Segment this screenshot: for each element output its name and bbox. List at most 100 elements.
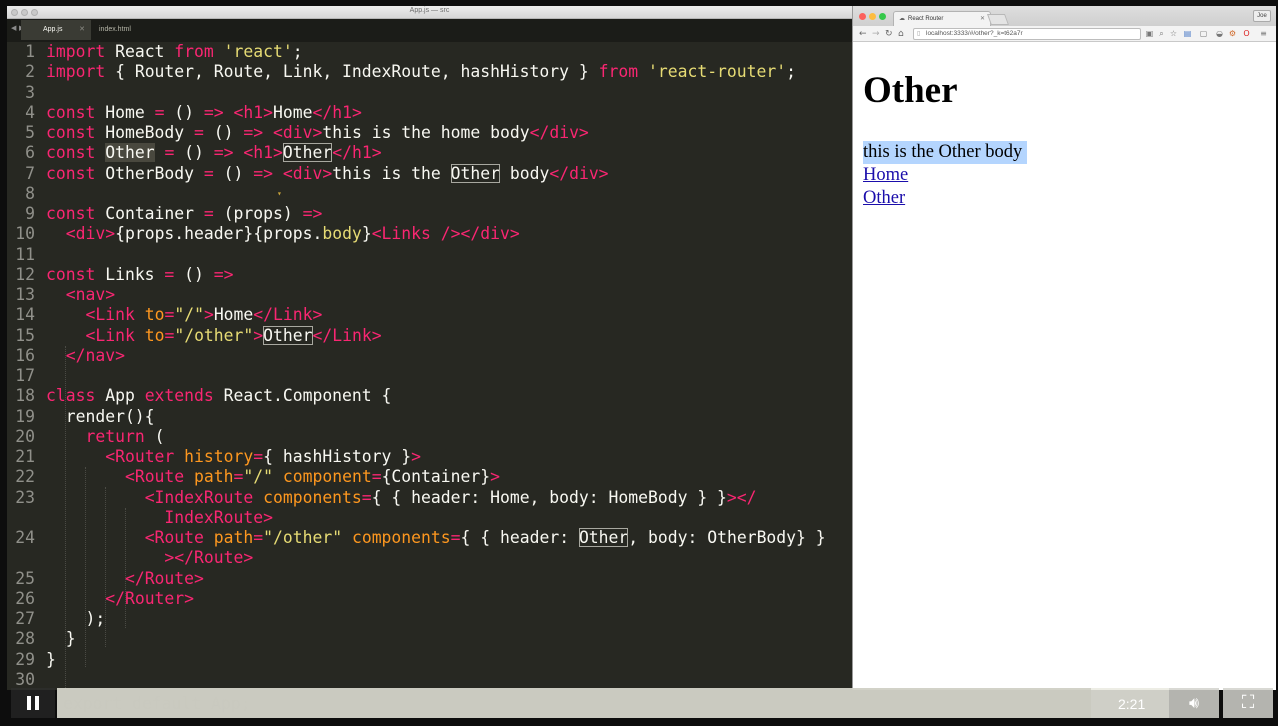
code-token: { Router, Route, Link, IndexRoute, hashH…: [105, 62, 599, 82]
code-line[interactable]: 10 <div>{props.header}{props.body}<Links…: [7, 224, 852, 244]
code-line[interactable]: IndexRoute>: [7, 508, 852, 528]
code-line[interactable]: 5 const HomeBody = () => <div>this is the…: [7, 123, 852, 143]
other-link[interactable]: Other: [863, 187, 905, 210]
code-line[interactable]: 29}: [7, 650, 852, 670]
code-token: =: [194, 123, 204, 142]
browser-window: ☁ React Router ✕ Joe ← → ↻ ⌂ ▯ localhost…: [852, 6, 1276, 690]
line-number: 23: [15, 487, 35, 507]
code-token: =>: [213, 264, 234, 284]
code-line[interactable]: 1 import React from 'react';: [7, 42, 852, 62]
home-link[interactable]: Home: [863, 164, 908, 187]
code-token: React: [105, 42, 175, 61]
user-profile-button[interactable]: Joe: [1253, 10, 1271, 22]
code-token: >: [203, 305, 214, 325]
code-token: "/other": [263, 528, 343, 547]
code-line[interactable]: 20 return (: [7, 427, 852, 447]
code-line[interactable]: 25 </Route>: [7, 569, 852, 589]
menu-icon[interactable]: ≡: [1259, 29, 1268, 38]
line-number: 4: [25, 102, 35, 122]
code-token: <div>: [65, 224, 116, 244]
page-body-text: this is the Other body: [863, 141, 1028, 164]
code-token: </h1>: [332, 143, 382, 163]
arrow-left-icon[interactable]: ◀: [11, 24, 16, 32]
code-line[interactable]: 2 import { Router, Route, Link, IndexRout…: [7, 62, 852, 82]
progress-bar[interactable]: export default App; 2:21: [57, 688, 1169, 718]
code-line[interactable]: 24 <Route path="/other" components={ { h…: [7, 528, 852, 548]
code-line[interactable]: 26 </Router>: [7, 589, 852, 609]
code-token: (): [164, 102, 204, 122]
fullscreen-button[interactable]: ⛶: [1223, 688, 1273, 718]
extension-icon[interactable]: ⚙: [1228, 29, 1237, 38]
code-line[interactable]: 21 <Router history={ hashHistory }>: [7, 447, 852, 467]
code-token: =: [164, 264, 175, 284]
code-line[interactable]: 19 render(){: [7, 407, 852, 427]
code-token: <Links />: [371, 224, 461, 244]
volume-button[interactable]: 🔊︎: [1169, 688, 1219, 718]
pocket-icon[interactable]: ◒: [1215, 29, 1224, 38]
line-content: <Router history={ hashHistory }>: [46, 447, 421, 467]
code-line[interactable]: ></Route>: [7, 548, 852, 568]
close-tab-icon[interactable]: ✕: [980, 12, 985, 26]
code-line[interactable]: 15 <Link to="/other">Other</Link>: [7, 325, 852, 346]
code-line[interactable]: 11: [7, 245, 852, 265]
code-line[interactable]: 16 </nav>: [7, 346, 852, 366]
code-token: =: [253, 447, 264, 466]
code-token: (): [174, 264, 214, 284]
extension-icon[interactable]: ▤: [1183, 29, 1192, 38]
line-number: 15: [15, 325, 35, 345]
code-line[interactable]: 4 const Home = () => <h1>Home</h1>: [7, 103, 852, 123]
code-line[interactable]: 3: [7, 83, 852, 103]
code-line[interactable]: 23 <IndexRoute components={ { header: Ho…: [7, 488, 852, 508]
code-line[interactable]: 22 <Route path="/" component={Container}…: [7, 467, 852, 487]
reload-icon[interactable]: ↻: [885, 28, 893, 40]
code-line[interactable]: 8: [7, 184, 852, 204]
back-arrow-icon[interactable]: ←: [859, 28, 867, 40]
code-token: </Route>: [124, 568, 204, 588]
zoom-icon[interactable]: ⌕: [1157, 29, 1166, 38]
code-area[interactable]: 1 import React from 'react'; 2 import { Rou…: [7, 42, 852, 690]
code-token: >: [253, 325, 264, 345]
minimize-window-button[interactable]: [869, 13, 876, 20]
favicon-icon: ☁: [899, 16, 905, 22]
page-action-icon[interactable]: ▣: [1145, 29, 1154, 38]
line-content: const Container = (props) =>: [46, 204, 322, 224]
code-line[interactable]: 14 <Link to="/">Home</Link>: [7, 305, 852, 325]
pause-button[interactable]: [11, 688, 55, 718]
code-line[interactable]: 6 const Other = () => <h1>Other</h1>: [7, 143, 852, 163]
code-line[interactable]: 17: [7, 366, 852, 386]
line-number: 7: [25, 163, 35, 183]
address-bar[interactable]: ▯ localhost:3333/#/other?_k=t62a7r: [913, 28, 1141, 40]
extension-icon[interactable]: ▢: [1199, 29, 1208, 38]
opera-icon[interactable]: O: [1242, 29, 1251, 38]
code-token: path: [194, 467, 234, 487]
forward-arrow-icon[interactable]: →: [872, 28, 880, 40]
bookmark-star-icon[interactable]: ☆: [1169, 29, 1178, 38]
line-number: 28: [15, 629, 35, 649]
line-number: 12: [15, 264, 35, 284]
zoom-window-button[interactable]: [879, 13, 886, 20]
tab-index-html[interactable]: index.html: [77, 20, 147, 40]
new-tab-button[interactable]: [986, 14, 1010, 25]
time-label: 2:21: [1118, 696, 1146, 712]
code-token: return: [85, 426, 145, 446]
code-line[interactable]: 27 );: [7, 609, 852, 629]
line-number: 20: [15, 426, 35, 446]
code-token: {Container}: [381, 467, 491, 487]
home-icon[interactable]: ⌂: [898, 28, 904, 40]
code-line[interactable]: 12 const Links = () =>: [7, 265, 852, 285]
code-line[interactable]: 13 <nav>: [7, 285, 852, 305]
close-window-button[interactable]: [859, 13, 866, 20]
code-line[interactable]: 7 const OtherBody = () => <div>this is th…: [7, 163, 852, 198]
code-line[interactable]: 28 }: [7, 629, 852, 649]
line-content: const Home = () => <h1>Home</h1>: [46, 103, 362, 123]
browser-tab[interactable]: ☁ React Router ✕: [893, 11, 991, 26]
code-line[interactable]: 9 const Container = (props) =>: [7, 204, 852, 224]
code-token: Other: [282, 143, 333, 163]
code-line[interactable]: 18 class App extends React.Component {: [7, 386, 852, 406]
